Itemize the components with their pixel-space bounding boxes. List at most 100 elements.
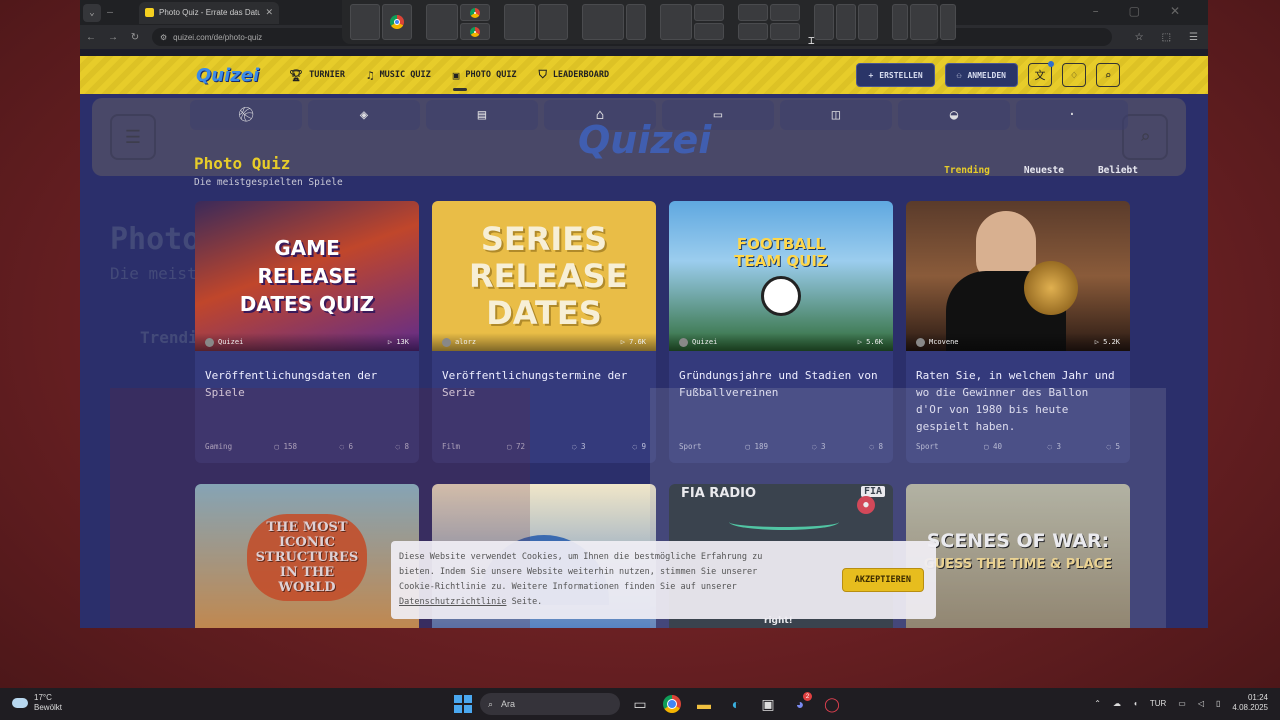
sort-newest[interactable]: Neueste xyxy=(1024,165,1064,176)
url-text: quizei.com/de/photo-quiz xyxy=(173,32,263,42)
quiz-card[interactable]: SCENES OF WAR: GUESS THE TIME & PLACE xyxy=(906,484,1130,628)
ghost-search-icon: ⌕ xyxy=(1122,114,1168,160)
close-window-icon[interactable]: ✕ xyxy=(1170,4,1180,18)
snap-zone[interactable] xyxy=(626,4,646,40)
category-game-icon[interactable]: ◈ xyxy=(308,100,420,130)
network-icon[interactable]: ▭ xyxy=(1178,699,1186,708)
search-button[interactable]: ⌕ xyxy=(1096,63,1120,87)
store-icon[interactable]: ▣ xyxy=(756,692,780,716)
snap-zone[interactable] xyxy=(892,4,908,40)
snap-zone-chrome[interactable] xyxy=(460,23,490,40)
snap-zone-chrome[interactable] xyxy=(382,4,412,40)
snap-zone[interactable] xyxy=(694,23,724,40)
site-logo[interactable]: Quizei xyxy=(196,65,259,86)
snap-zone[interactable] xyxy=(770,23,800,40)
maximize-icon[interactable]: ▢ xyxy=(1129,4,1140,18)
tab-collapse-icon[interactable]: – xyxy=(107,7,121,18)
chrome-taskbar-icon[interactable] xyxy=(660,692,684,716)
category-basketball-icon[interactable]: 🏀︎ xyxy=(190,100,302,130)
category-map-icon[interactable]: ◫ xyxy=(780,100,892,130)
category-film-icon[interactable]: ▭ xyxy=(662,100,774,130)
quiz-thumbnail: GAME RELEASE DATES QUIZ Quizei ▷ 13K xyxy=(195,201,419,351)
tab-search-button[interactable]: ⌄ xyxy=(83,3,101,22)
snap-layout[interactable] xyxy=(814,4,878,40)
snap-layout[interactable] xyxy=(504,4,568,40)
sort-popular[interactable]: Beliebt xyxy=(1098,165,1138,176)
sort-trending[interactable]: Trending xyxy=(944,165,990,176)
page-title: Photo Quiz xyxy=(194,154,291,173)
snap-layout[interactable] xyxy=(426,4,490,40)
cookie-text: Diese Website verwendet Cookies, um Ihne… xyxy=(399,550,823,610)
notifications-button[interactable]: ♢ xyxy=(1062,63,1086,87)
quiz-card[interactable]: SERIES RELEASE DATES alorz ▷ 7.6K Veröff… xyxy=(432,201,656,463)
discord-icon[interactable]: ◕ 2 xyxy=(788,692,812,716)
browser-tab[interactable]: Photo Quiz - Errate das Datum ✕ xyxy=(139,1,279,24)
minimize-icon[interactable]: – xyxy=(1093,4,1099,18)
address-bar-actions: ☆ ⬚ ☰ xyxy=(1135,32,1198,43)
quiz-card[interactable]: GAME RELEASE DATES QUIZ Quizei ▷ 13K Ver… xyxy=(195,201,419,463)
snap-layout[interactable] xyxy=(350,4,412,40)
category-book-icon[interactable]: ▤ xyxy=(426,100,538,130)
snap-zone[interactable] xyxy=(538,4,568,40)
category-food-icon[interactable]: ◒ xyxy=(898,100,1010,130)
page-subtitle: Die meistgespielten Spiele xyxy=(194,177,343,188)
category-museum-icon[interactable]: ⌂ xyxy=(544,100,656,130)
extensions-icon[interactable]: ⬚ xyxy=(1162,32,1171,43)
snap-zone[interactable] xyxy=(738,4,768,21)
snap-zone[interactable] xyxy=(582,4,624,40)
accept-cookies-button[interactable]: AKZEPTIEREN xyxy=(841,568,924,592)
microphone-icon[interactable]: ◖ xyxy=(1133,699,1138,708)
snap-zone[interactable] xyxy=(350,4,380,40)
nav-music-quiz[interactable]: ♫ MUSIC QUIZ xyxy=(367,68,431,82)
taskbar-search[interactable]: ⌕ Ara xyxy=(480,693,620,715)
translate-button[interactable]: 文 xyxy=(1028,61,1054,87)
quiz-card[interactable]: THE MOST ICONIC STRUCTURES IN THE WORLD xyxy=(195,484,419,628)
snap-zone[interactable] xyxy=(504,4,536,40)
opera-icon[interactable]: ◯ xyxy=(820,692,844,716)
close-tab-icon[interactable]: ✕ xyxy=(265,7,273,18)
author-name: Quizei xyxy=(218,338,244,346)
forward-icon[interactable]: → xyxy=(102,32,124,43)
file-explorer-icon[interactable]: ▬ xyxy=(692,692,716,716)
nav-photo-quiz[interactable]: ▣ PHOTO QUIZ xyxy=(452,68,517,91)
language-indicator[interactable]: TUR xyxy=(1150,699,1166,708)
snap-zone[interactable] xyxy=(940,4,956,40)
weather-widget[interactable]: 17°C Bewölkt xyxy=(12,693,62,713)
quiz-card[interactable]: FOOTBALL TEAM QUIZ Quizei ▷ 5.6K Gründun… xyxy=(669,201,893,463)
create-button[interactable]: + ERSTELLEN xyxy=(856,63,935,87)
snap-zone[interactable] xyxy=(738,23,768,40)
battery-icon[interactable]: ▯ xyxy=(1216,699,1220,708)
snap-zone-chrome[interactable] xyxy=(460,4,490,21)
snap-zone[interactable] xyxy=(814,4,834,40)
task-view-icon[interactable]: ▭ xyxy=(628,692,652,716)
site-info-icon[interactable]: ⚙ xyxy=(160,33,167,42)
edge-icon[interactable]: ◐ xyxy=(724,692,748,716)
privacy-policy-link[interactable]: Datenschutzrichtlinie xyxy=(399,597,506,607)
snap-zone[interactable] xyxy=(770,4,800,21)
snap-zone[interactable] xyxy=(694,4,724,21)
snap-zone[interactable] xyxy=(858,4,878,40)
quiz-thumbnail: SERIES RELEASE DATES alorz ▷ 7.6K xyxy=(432,201,656,351)
bookmark-star-icon[interactable]: ☆ xyxy=(1135,32,1144,43)
snap-zone[interactable] xyxy=(910,4,938,40)
category-more-icon[interactable]: · xyxy=(1016,100,1128,130)
snap-zone[interactable] xyxy=(836,4,856,40)
snap-zone[interactable] xyxy=(660,4,692,40)
start-button[interactable] xyxy=(454,695,472,713)
quiz-card[interactable]: Mcovene ▷ 5.2K Raten Sie, in welchem Jah… xyxy=(906,201,1130,463)
nav-leaderboard[interactable]: ⛉ LEADERBOARD xyxy=(539,68,610,82)
clock[interactable]: 01:24 4.08.2025 xyxy=(1232,693,1268,713)
snap-layout[interactable] xyxy=(892,4,956,40)
login-button[interactable]: ⚇ ANMELDEN xyxy=(944,63,1018,87)
reload-icon[interactable]: ↻ xyxy=(124,32,146,43)
onedrive-icon[interactable]: ☁ xyxy=(1113,699,1121,708)
nav-turnier[interactable]: 🏆︎ TURNIER xyxy=(289,68,345,82)
snap-layout[interactable] xyxy=(660,4,724,40)
snap-layout[interactable] xyxy=(738,4,800,40)
menu-icon[interactable]: ☰ xyxy=(1189,32,1198,43)
snap-layout[interactable] xyxy=(582,4,646,40)
snap-zone[interactable] xyxy=(426,4,458,40)
back-icon[interactable]: ← xyxy=(80,32,102,43)
volume-icon[interactable]: ◁ xyxy=(1198,699,1204,708)
chevron-up-icon[interactable]: ⌃ xyxy=(1094,699,1101,708)
